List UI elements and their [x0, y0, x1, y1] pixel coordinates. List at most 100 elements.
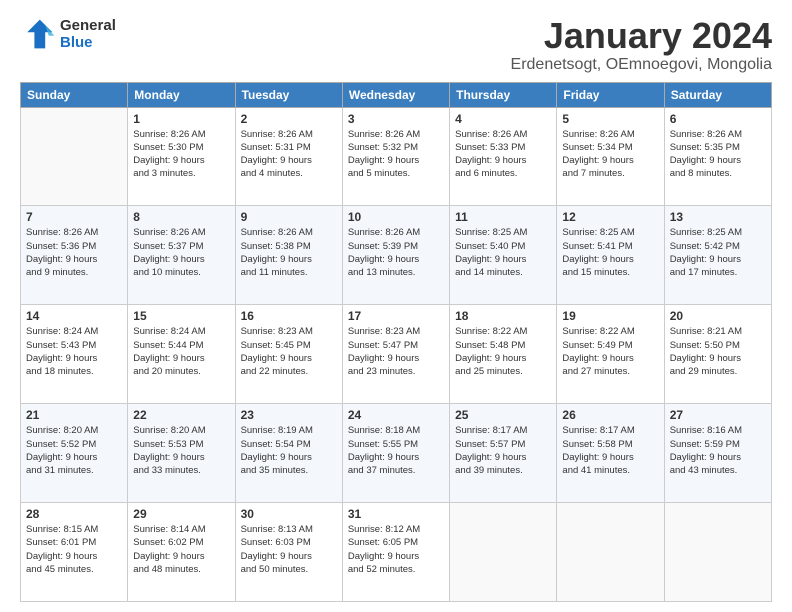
- day-cell: 22 Sunrise: 8:20 AM Sunset: 5:53 PM Dayli…: [128, 404, 235, 503]
- day-cell: 21 Sunrise: 8:20 AM Sunset: 5:52 PM Dayli…: [21, 404, 128, 503]
- logo-text: General Blue: [60, 17, 116, 51]
- day-number: 9: [241, 210, 337, 224]
- day-cell: 25 Sunrise: 8:17 AM Sunset: 5:57 PM Dayli…: [450, 404, 557, 503]
- col-tuesday: Tuesday: [235, 82, 342, 107]
- day-cell: [450, 503, 557, 602]
- day-cell: 13 Sunrise: 8:25 AM Sunset: 5:42 PM Dayli…: [664, 206, 771, 305]
- day-cell: 12 Sunrise: 8:25 AM Sunset: 5:41 PM Dayli…: [557, 206, 664, 305]
- header: General Blue January 2024 Erdenetsogt, O…: [20, 16, 772, 74]
- day-cell: 7 Sunrise: 8:26 AM Sunset: 5:36 PM Daylig…: [21, 206, 128, 305]
- day-number: 2: [241, 112, 337, 126]
- day-info: Sunrise: 8:26 AM Sunset: 5:30 PM Dayligh…: [133, 128, 229, 181]
- day-cell: 16Sunrise: 8:23 AM Sunset: 5:45 PM Dayli…: [235, 305, 342, 404]
- day-cell: 1Sunrise: 8:26 AM Sunset: 5:30 PM Daylig…: [128, 107, 235, 206]
- day-number: 10: [348, 210, 444, 224]
- day-info: Sunrise: 8:26 AM Sunset: 5:34 PM Dayligh…: [562, 128, 658, 181]
- day-number: 23: [241, 408, 337, 422]
- day-cell: 17 Sunrise: 8:23 AM Sunset: 5:47 PM Dayli…: [342, 305, 449, 404]
- day-cell: 4Sunrise: 8:26 AM Sunset: 5:33 PM Daylig…: [450, 107, 557, 206]
- week-row-4: 21 Sunrise: 8:20 AM Sunset: 5:52 PM Dayli…: [21, 404, 772, 503]
- day-number: 8: [133, 210, 229, 224]
- day-cell: 2 Sunrise: 8:26 AM Sunset: 5:31 PM Daylig…: [235, 107, 342, 206]
- day-info: Sunrise: 8:26 AM Sunset: 5:32 PM Dayligh…: [348, 128, 444, 181]
- day-info: Sunrise: 8:17 AM Sunset: 5:57 PM Dayligh…: [455, 424, 551, 477]
- day-info: Sunrise: 8:26 AM Sunset: 5:36 PM Dayligh…: [26, 226, 122, 279]
- day-info: Sunrise: 8:16 AM Sunset: 5:59 PM Dayligh…: [670, 424, 766, 477]
- day-number: 25: [455, 408, 551, 422]
- day-info: Sunrise: 8:26 AM Sunset: 5:39 PM Dayligh…: [348, 226, 444, 279]
- day-cell: 8 Sunrise: 8:26 AM Sunset: 5:37 PM Daylig…: [128, 206, 235, 305]
- col-thursday: Thursday: [450, 82, 557, 107]
- day-info: Sunrise: 8:23 AM Sunset: 5:47 PM Dayligh…: [348, 325, 444, 378]
- day-number: 18: [455, 309, 551, 323]
- day-cell: 3Sunrise: 8:26 AM Sunset: 5:32 PM Daylig…: [342, 107, 449, 206]
- col-saturday: Saturday: [664, 82, 771, 107]
- week-row-5: 28Sunrise: 8:15 AM Sunset: 6:01 PM Dayli…: [21, 503, 772, 602]
- day-cell: 24Sunrise: 8:18 AM Sunset: 5:55 PM Dayli…: [342, 404, 449, 503]
- day-info: Sunrise: 8:25 AM Sunset: 5:41 PM Dayligh…: [562, 226, 658, 279]
- day-number: 13: [670, 210, 766, 224]
- day-cell: [557, 503, 664, 602]
- day-info: Sunrise: 8:22 AM Sunset: 5:49 PM Dayligh…: [562, 325, 658, 378]
- day-number: 19: [562, 309, 658, 323]
- calendar-table: Sunday Monday Tuesday Wednesday Thursday…: [20, 82, 772, 602]
- day-info: Sunrise: 8:24 AM Sunset: 5:44 PM Dayligh…: [133, 325, 229, 378]
- col-sunday: Sunday: [21, 82, 128, 107]
- day-number: 17: [348, 309, 444, 323]
- day-cell: [664, 503, 771, 602]
- day-info: Sunrise: 8:26 AM Sunset: 5:38 PM Dayligh…: [241, 226, 337, 279]
- day-info: Sunrise: 8:20 AM Sunset: 5:53 PM Dayligh…: [133, 424, 229, 477]
- col-monday: Monday: [128, 82, 235, 107]
- day-cell: 18Sunrise: 8:22 AM Sunset: 5:48 PM Dayli…: [450, 305, 557, 404]
- day-cell: 14Sunrise: 8:24 AM Sunset: 5:43 PM Dayli…: [21, 305, 128, 404]
- day-number: 30: [241, 507, 337, 521]
- day-info: Sunrise: 8:14 AM Sunset: 6:02 PM Dayligh…: [133, 523, 229, 576]
- day-number: 21: [26, 408, 122, 422]
- day-cell: 23Sunrise: 8:19 AM Sunset: 5:54 PM Dayli…: [235, 404, 342, 503]
- day-number: 27: [670, 408, 766, 422]
- day-number: 26: [562, 408, 658, 422]
- day-info: Sunrise: 8:26 AM Sunset: 5:37 PM Dayligh…: [133, 226, 229, 279]
- day-info: Sunrise: 8:17 AM Sunset: 5:58 PM Dayligh…: [562, 424, 658, 477]
- day-cell: 10 Sunrise: 8:26 AM Sunset: 5:39 PM Dayli…: [342, 206, 449, 305]
- day-cell: 11Sunrise: 8:25 AM Sunset: 5:40 PM Dayli…: [450, 206, 557, 305]
- week-row-3: 14Sunrise: 8:24 AM Sunset: 5:43 PM Dayli…: [21, 305, 772, 404]
- day-cell: 20 Sunrise: 8:21 AM Sunset: 5:50 PM Dayli…: [664, 305, 771, 404]
- day-number: 22: [133, 408, 229, 422]
- day-number: 29: [133, 507, 229, 521]
- day-info: Sunrise: 8:13 AM Sunset: 6:03 PM Dayligh…: [241, 523, 337, 576]
- logo-icon: [20, 16, 56, 52]
- day-info: Sunrise: 8:25 AM Sunset: 5:42 PM Dayligh…: [670, 226, 766, 279]
- day-cell: 15Sunrise: 8:24 AM Sunset: 5:44 PM Dayli…: [128, 305, 235, 404]
- logo: General Blue: [20, 16, 116, 52]
- day-number: 20: [670, 309, 766, 323]
- col-friday: Friday: [557, 82, 664, 107]
- week-row-1: 1Sunrise: 8:26 AM Sunset: 5:30 PM Daylig…: [21, 107, 772, 206]
- title-block: January 2024 Erdenetsogt, OEmnoegovi, Mo…: [511, 16, 772, 74]
- day-info: Sunrise: 8:20 AM Sunset: 5:52 PM Dayligh…: [26, 424, 122, 477]
- page: General Blue January 2024 Erdenetsogt, O…: [0, 0, 792, 612]
- header-row: Sunday Monday Tuesday Wednesday Thursday…: [21, 82, 772, 107]
- day-cell: 31 Sunrise: 8:12 AM Sunset: 6:05 PM Dayli…: [342, 503, 449, 602]
- day-number: 6: [670, 112, 766, 126]
- day-cell: [21, 107, 128, 206]
- day-cell: 28Sunrise: 8:15 AM Sunset: 6:01 PM Dayli…: [21, 503, 128, 602]
- day-number: 28: [26, 507, 122, 521]
- day-number: 31: [348, 507, 444, 521]
- day-number: 5: [562, 112, 658, 126]
- day-info: Sunrise: 8:21 AM Sunset: 5:50 PM Dayligh…: [670, 325, 766, 378]
- day-info: Sunrise: 8:26 AM Sunset: 5:31 PM Dayligh…: [241, 128, 337, 181]
- day-number: 12: [562, 210, 658, 224]
- day-number: 14: [26, 309, 122, 323]
- day-info: Sunrise: 8:26 AM Sunset: 5:33 PM Dayligh…: [455, 128, 551, 181]
- day-number: 7: [26, 210, 122, 224]
- day-info: Sunrise: 8:25 AM Sunset: 5:40 PM Dayligh…: [455, 226, 551, 279]
- day-cell: 29 Sunrise: 8:14 AM Sunset: 6:02 PM Dayli…: [128, 503, 235, 602]
- main-title: January 2024: [511, 16, 772, 56]
- day-number: 16: [241, 309, 337, 323]
- day-cell: 19 Sunrise: 8:22 AM Sunset: 5:49 PM Dayli…: [557, 305, 664, 404]
- day-info: Sunrise: 8:26 AM Sunset: 5:35 PM Dayligh…: [670, 128, 766, 181]
- day-info: Sunrise: 8:12 AM Sunset: 6:05 PM Dayligh…: [348, 523, 444, 576]
- col-wednesday: Wednesday: [342, 82, 449, 107]
- day-number: 24: [348, 408, 444, 422]
